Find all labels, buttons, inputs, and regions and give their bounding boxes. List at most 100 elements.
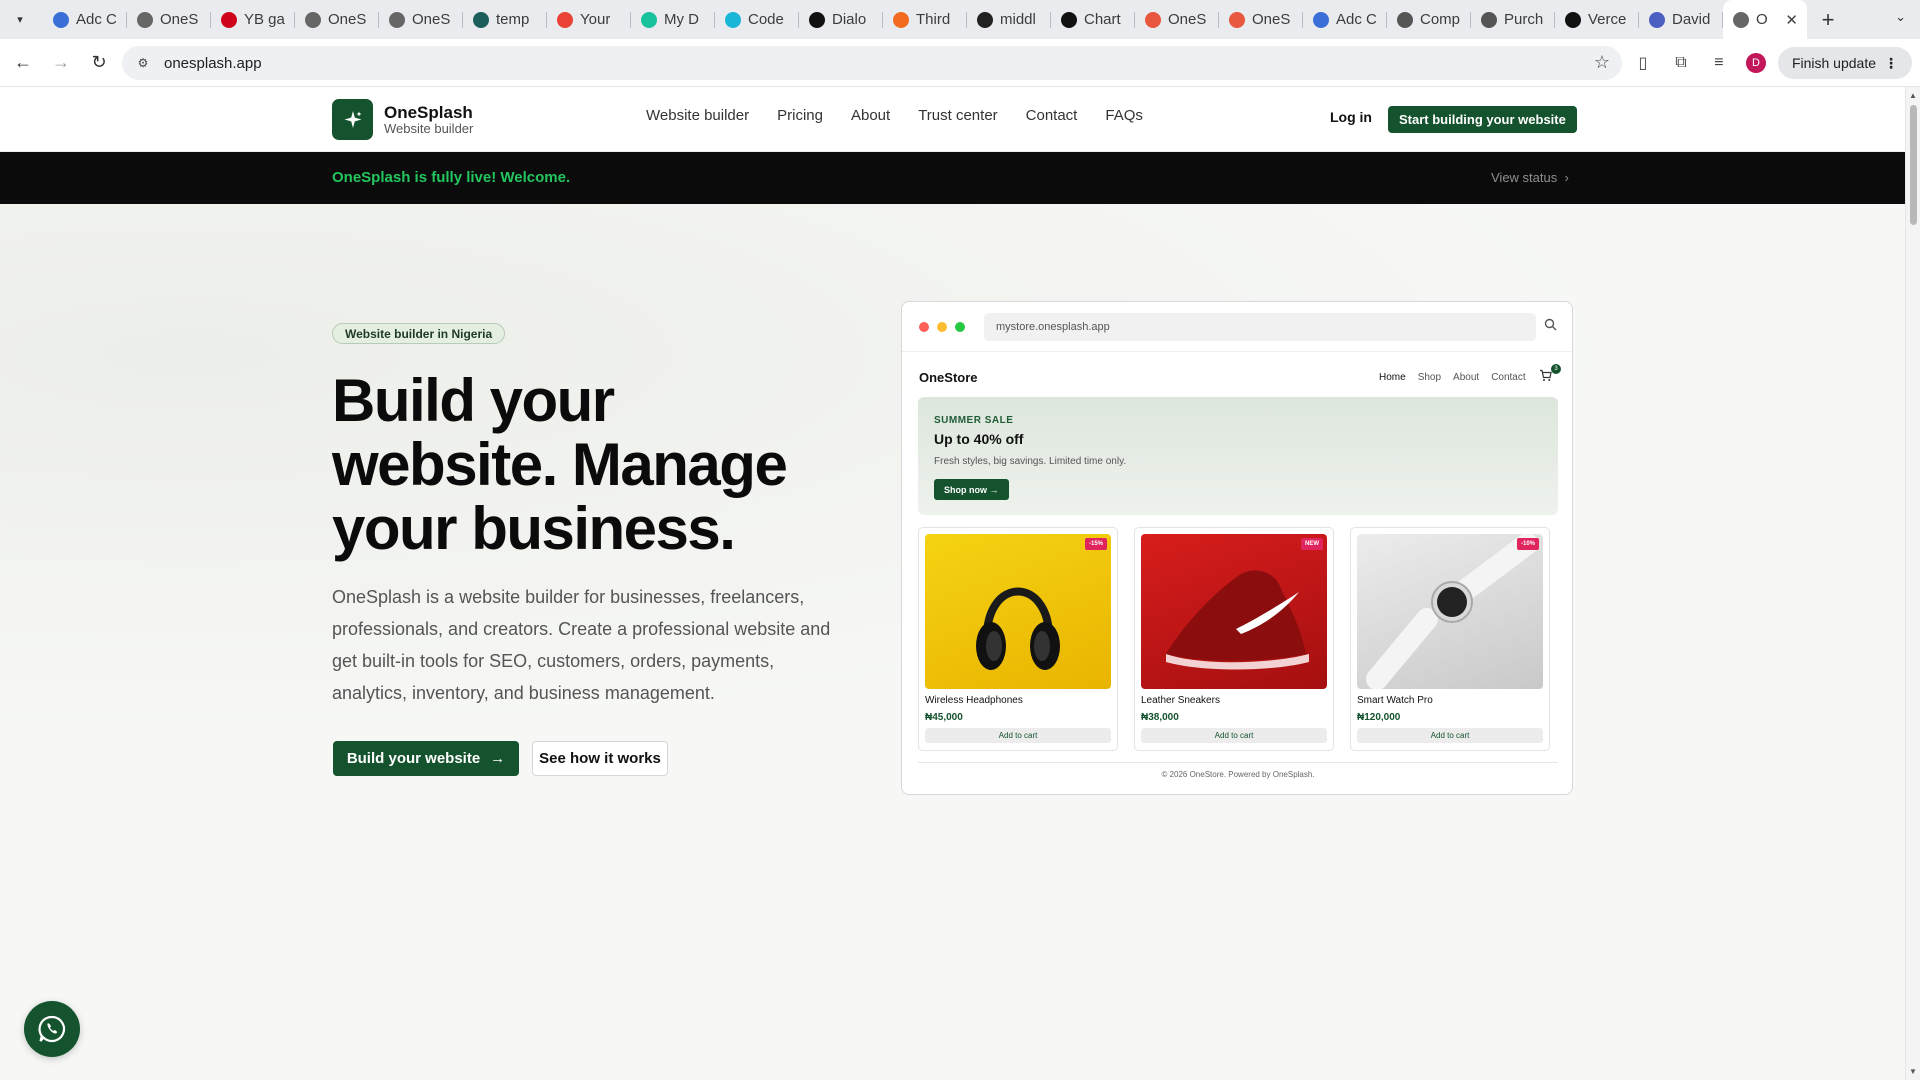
browser-tab[interactable]: O ✕ xyxy=(1723,0,1807,39)
browser-tab[interactable]: middl xyxy=(967,0,1051,39)
bookmark-star-icon[interactable]: ☆ xyxy=(1594,52,1610,73)
browser-tab[interactable]: Adc C xyxy=(1303,0,1387,39)
gmail-icon xyxy=(557,11,573,28)
browser-tab-label: temp xyxy=(496,11,530,28)
extensions-puzzle-icon[interactable]: ⧉ xyxy=(1664,46,1698,80)
finish-update-button[interactable]: Finish update ⋮ xyxy=(1777,47,1912,79)
browser-tab[interactable]: Purch xyxy=(1471,0,1555,39)
browser-tab[interactable]: OneS xyxy=(1135,0,1219,39)
nav-pricing[interactable]: Pricing xyxy=(777,107,823,124)
login-link[interactable]: Log in xyxy=(1330,109,1372,125)
browser-tab[interactable]: OneS xyxy=(379,0,463,39)
browser-tab[interactable]: OneS xyxy=(127,0,211,39)
tab-close-icon[interactable]: ✕ xyxy=(1785,11,1798,29)
view-status-link[interactable]: View status › xyxy=(1491,170,1569,185)
announcement-bar: OneSplash is fully live! Welcome. View s… xyxy=(0,152,1905,204)
page-scrollbar[interactable]: ▲ ▼ xyxy=(1905,87,1920,1080)
browser-tab[interactable]: Chart xyxy=(1051,0,1135,39)
build-your-website-button[interactable]: Build your website → xyxy=(333,741,519,776)
sale-title: Up to 40% off xyxy=(934,431,1024,447)
browser-tab[interactable]: temp xyxy=(463,0,547,39)
browser-tab-label: Purch xyxy=(1504,11,1544,28)
site-info-icon[interactable]: ⚙ xyxy=(132,52,154,74)
preview-footer: © 2026 OneStore. Powered by OneSplash. xyxy=(918,762,1558,779)
browser-tab-label: OneS xyxy=(1252,11,1291,28)
browser-tab-label: Third xyxy=(916,11,951,28)
scroll-up-arrow-icon[interactable]: ▲ xyxy=(1909,91,1917,100)
openai-icon xyxy=(1481,11,1497,28)
brand-name[interactable]: OneSplash xyxy=(384,103,473,123)
browser-tab[interactable]: YB ga xyxy=(211,0,295,39)
browser-tab-label: OneS xyxy=(160,11,199,28)
browser-tab[interactable]: Dialo xyxy=(799,0,883,39)
new-tab-plus-icon[interactable]: + xyxy=(1813,5,1843,35)
product-price: ₦38,000 xyxy=(1141,712,1179,723)
product-card: -15% Wireless Headphones ₦45,000 Add to … xyxy=(918,527,1118,751)
browser-tab[interactable]: Third xyxy=(883,0,967,39)
reading-mode-icon[interactable]: ▯ xyxy=(1626,46,1660,80)
preview-nav-contact: Contact xyxy=(1491,372,1526,383)
brand-subtitle: Website builder xyxy=(384,121,474,136)
browser-tab[interactable]: OneS xyxy=(1219,0,1303,39)
store-preview-window: mystore.onesplash.app OneStore Home Shop… xyxy=(901,301,1573,795)
media-controls-icon[interactable]: ≡ xyxy=(1702,46,1736,80)
product-name: Smart Watch Pro xyxy=(1357,695,1433,706)
sparkle-icon xyxy=(389,11,405,28)
see-how-it-works-button[interactable]: See how it works xyxy=(532,741,668,776)
start-building-button[interactable]: Start building your website xyxy=(1388,106,1577,133)
preview-url: mystore.onesplash.app xyxy=(984,313,1536,341)
whatsapp-chat-icon[interactable] xyxy=(24,1001,80,1057)
reload-icon[interactable]: ↻ xyxy=(82,46,116,80)
window-chevron-down-icon[interactable]: ⌄ xyxy=(1895,9,1906,25)
product-price: ₦120,000 xyxy=(1357,712,1401,723)
openai-icon xyxy=(1397,11,1413,28)
preview-cart-icon xyxy=(1539,369,1552,385)
sparkle-icon xyxy=(1733,11,1749,28)
nav-about[interactable]: About xyxy=(851,107,890,124)
nav-trust-center[interactable]: Trust center xyxy=(918,107,997,124)
nav-contact[interactable]: Contact xyxy=(1026,107,1078,124)
code-icon xyxy=(725,11,741,28)
profile-avatar[interactable]: D xyxy=(1745,53,1766,73)
browser-tab[interactable]: OneS xyxy=(295,0,379,39)
sparkle-icon xyxy=(137,11,153,28)
browser-tab[interactable]: Comp xyxy=(1387,0,1471,39)
github-icon xyxy=(977,11,993,28)
kebab-menu-icon: ⋮ xyxy=(1884,54,1898,71)
preview-store-name: OneStore xyxy=(919,370,978,385)
preview-nav-shop: Shop xyxy=(1417,372,1442,383)
browser-tab-label: David xyxy=(1672,11,1711,28)
adc-icon xyxy=(1313,11,1329,28)
page-viewport: OneSplash Website builder Website builde… xyxy=(0,87,1905,1080)
address-bar[interactable]: ⚙ onesplash.app ☆ xyxy=(122,46,1622,80)
scroll-down-arrow-icon[interactable]: ▼ xyxy=(1909,1067,1917,1076)
browser-tab[interactable]: Code xyxy=(715,0,799,39)
browser-tab-label: Adc C xyxy=(76,11,117,28)
address-url[interactable]: onesplash.app xyxy=(164,55,262,72)
preview-cart-count: 3 xyxy=(1551,364,1561,374)
browser-tab-label: Code xyxy=(748,11,784,28)
onesplash-logo-sparkle-icon[interactable] xyxy=(332,99,373,140)
tab-search-chevron-icon[interactable]: ▾ xyxy=(7,7,33,33)
browser-tab[interactable]: Verce xyxy=(1555,0,1639,39)
vercel-icon xyxy=(1565,11,1581,28)
preview-nav-about: About xyxy=(1453,372,1480,383)
browser-tab-label: middl xyxy=(1000,11,1036,28)
browser-tab[interactable]: Adc C xyxy=(43,0,127,39)
browser-tab-label: OneS xyxy=(1168,11,1207,28)
close-dot-icon xyxy=(919,322,929,332)
forward-arrow-icon[interactable]: → xyxy=(44,46,78,80)
scroll-thumb[interactable] xyxy=(1910,105,1917,225)
browser-tab[interactable]: Your xyxy=(547,0,631,39)
star-icon xyxy=(1145,11,1161,28)
browser-tab[interactable]: My D xyxy=(631,0,715,39)
browser-tab[interactable]: David xyxy=(1639,0,1723,39)
finish-update-label: Finish update xyxy=(1791,55,1876,71)
nav-website-builder[interactable]: Website builder xyxy=(646,107,749,124)
product-card: NEW Leather Sneakers ₦38,000 Add to cart xyxy=(1134,527,1334,751)
announcement-text: OneSplash is fully live! Welcome. xyxy=(332,169,571,186)
back-arrow-icon[interactable]: ← xyxy=(6,46,40,80)
sparkle-icon xyxy=(305,11,321,28)
nav-faqs[interactable]: FAQs xyxy=(1105,107,1143,124)
build-your-website-label: Build your website xyxy=(346,750,481,767)
